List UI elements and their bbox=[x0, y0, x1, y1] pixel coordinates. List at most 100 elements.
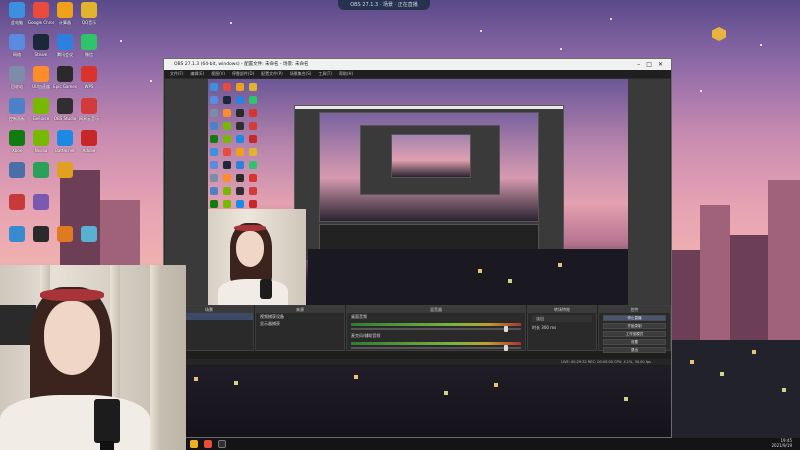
desktop-icon-label: 控制面板 bbox=[9, 116, 25, 121]
microphone bbox=[260, 279, 272, 299]
volume-slider-knob[interactable] bbox=[504, 326, 508, 332]
desktop-icon[interactable]: Nvidia bbox=[28, 130, 54, 160]
building-foreground bbox=[672, 340, 800, 450]
desktop-icon-label: Adobe bbox=[82, 148, 96, 153]
chrome-taskbar-icon[interactable] bbox=[204, 440, 212, 448]
preview-app-icon bbox=[236, 83, 244, 91]
app-icon bbox=[57, 34, 73, 50]
app-icon bbox=[81, 34, 97, 50]
duration-value[interactable]: 300 ms bbox=[541, 325, 556, 330]
start-recording-button[interactable]: 开始录制 bbox=[603, 323, 666, 329]
desktop-icon[interactable] bbox=[4, 194, 30, 224]
lit-window bbox=[494, 383, 498, 387]
desktop-icon[interactable]: Battle.net bbox=[52, 130, 78, 160]
source-item[interactable]: 显示器捕获 bbox=[256, 320, 344, 327]
duration-label: 时长 bbox=[532, 325, 540, 330]
preview-app-icon bbox=[210, 109, 218, 117]
obs-menu-item[interactable]: 视图(V) bbox=[211, 71, 225, 76]
desktop-icon[interactable]: 计算器 bbox=[52, 2, 78, 32]
person-headband bbox=[234, 225, 266, 231]
desktop-icon[interactable] bbox=[28, 226, 54, 256]
obs-menu-item[interactable]: 帮助(H) bbox=[339, 71, 353, 76]
desktop-icon[interactable]: Steam bbox=[28, 34, 54, 64]
exit-button[interactable]: 退出 bbox=[603, 347, 666, 353]
volume-slider[interactable] bbox=[351, 326, 521, 332]
desktop-icon[interactable] bbox=[52, 162, 78, 192]
desktop-icon[interactable]: 回收站 bbox=[4, 66, 30, 96]
preview-app-icon bbox=[236, 109, 244, 117]
person-face bbox=[44, 301, 100, 375]
desktop-icon[interactable] bbox=[4, 162, 30, 192]
source-item[interactable]: 视频捕获设备 bbox=[256, 313, 344, 320]
app-icon bbox=[9, 162, 25, 178]
preview-app-icon bbox=[236, 122, 244, 130]
desktop-icon[interactable]: OBS Studio bbox=[52, 98, 78, 128]
obs-menu-item[interactable]: 文件(F) bbox=[170, 71, 183, 76]
desktop-icon-label: Steam bbox=[34, 52, 48, 57]
app-icon bbox=[33, 130, 49, 146]
obs-menu-item[interactable]: 配置文件(P) bbox=[261, 71, 283, 76]
nested-obs-window-2 bbox=[360, 125, 500, 195]
desktop-icon[interactable]: 控制面板 bbox=[4, 98, 30, 128]
desktop-icon-label: Nvidia bbox=[34, 148, 48, 153]
screen-recording-pill[interactable]: OBS 27.1.3 · 场景 · 正在直播 bbox=[338, 0, 430, 10]
desktop-icon[interactable]: Adobe bbox=[76, 130, 102, 160]
desktop-icon-label: Google Chrome bbox=[28, 20, 54, 25]
settings-button[interactable]: 设置 bbox=[603, 339, 666, 345]
desktop-icon[interactable]: Xbox bbox=[4, 130, 30, 160]
obs-menu-item[interactable]: 工具(T) bbox=[318, 71, 332, 76]
preview-app-icon bbox=[223, 174, 231, 182]
desktop-icon[interactable]: Google Chrome bbox=[28, 2, 54, 32]
obs-menu-item[interactable]: 编辑(E) bbox=[190, 71, 204, 76]
person-face bbox=[236, 231, 264, 267]
desktop-icon[interactable]: 网易云音乐 bbox=[76, 98, 102, 128]
desktop-icon[interactable] bbox=[28, 162, 54, 192]
volume-slider[interactable] bbox=[351, 345, 521, 351]
desktop-icon[interactable]: Epic Games bbox=[52, 66, 78, 96]
desktop-icon[interactable]: 网络 bbox=[4, 34, 30, 64]
preview-webcam-source[interactable] bbox=[208, 209, 306, 305]
person-shirt bbox=[0, 395, 150, 450]
lit-window bbox=[354, 375, 358, 379]
volume-slider-knob[interactable] bbox=[504, 345, 508, 351]
app-icon bbox=[81, 66, 97, 82]
app-icon bbox=[57, 2, 73, 18]
desktop-icon-grid: 此电脑 Google Chrome 计算器 QQ音乐网络 Steam 腾讯会议 微信回收站 U… bbox=[0, 0, 130, 270]
obs-menu-item[interactable]: 场景集合(S) bbox=[290, 71, 312, 76]
preview-app-icon bbox=[223, 148, 231, 156]
desktop-icon[interactable]: GeForce bbox=[28, 98, 54, 128]
star bbox=[150, 80, 152, 82]
preview-app-icon bbox=[223, 122, 231, 130]
desktop-icon[interactable]: 此电脑 bbox=[4, 2, 30, 32]
app-icon bbox=[33, 226, 49, 242]
transition-type[interactable]: 淡出 bbox=[532, 315, 592, 322]
desktop-icon[interactable]: WPS bbox=[76, 66, 102, 96]
taskbar-clock[interactable]: 19:45 2021/9/19 bbox=[771, 438, 792, 448]
studio-mode-button[interactable]: 工作室模式 bbox=[603, 331, 666, 337]
preview-app-icon bbox=[236, 135, 244, 143]
desktop-icon[interactable]: UU加速器 bbox=[28, 66, 54, 96]
obs-preview-area[interactable] bbox=[165, 79, 670, 305]
preview-app-icon bbox=[236, 96, 244, 104]
desktop-icon[interactable]: 微信 bbox=[76, 34, 102, 64]
lit-window bbox=[720, 372, 724, 376]
obs-docks: 场景 场景 来源 视频捕获设备 显示器捕获 混音器 桌面音频 麦克风/辅助音频 … bbox=[164, 305, 671, 437]
obs-preview-canvas[interactable] bbox=[208, 79, 628, 305]
desktop-icon[interactable] bbox=[76, 226, 102, 256]
obs-titlebar[interactable]: OBS 27.1.3 (64-bit, windows) - 配置文件: 未命名… bbox=[164, 59, 671, 70]
window-controls[interactable]: –□✕ bbox=[637, 59, 669, 70]
start-icon[interactable] bbox=[190, 440, 198, 448]
desktop-icon[interactable]: QQ音乐 bbox=[76, 2, 102, 32]
volume-meter bbox=[351, 323, 521, 326]
desktop-icon[interactable]: 腾讯会议 bbox=[52, 34, 78, 64]
preview-app-icon bbox=[223, 96, 231, 104]
obs-menu-item[interactable]: 停靠部件(D) bbox=[232, 71, 254, 76]
stop-streaming-button[interactable]: 停止直播 bbox=[603, 315, 666, 321]
preview-app-icon bbox=[223, 200, 231, 208]
desktop-icon[interactable] bbox=[28, 194, 54, 224]
preview-app-icon bbox=[223, 109, 231, 117]
obs-taskbar-icon[interactable] bbox=[218, 440, 226, 448]
desktop-icon-label: 腾讯会议 bbox=[57, 52, 73, 57]
desktop-icon[interactable] bbox=[4, 226, 30, 256]
desktop-icon[interactable] bbox=[52, 226, 78, 256]
